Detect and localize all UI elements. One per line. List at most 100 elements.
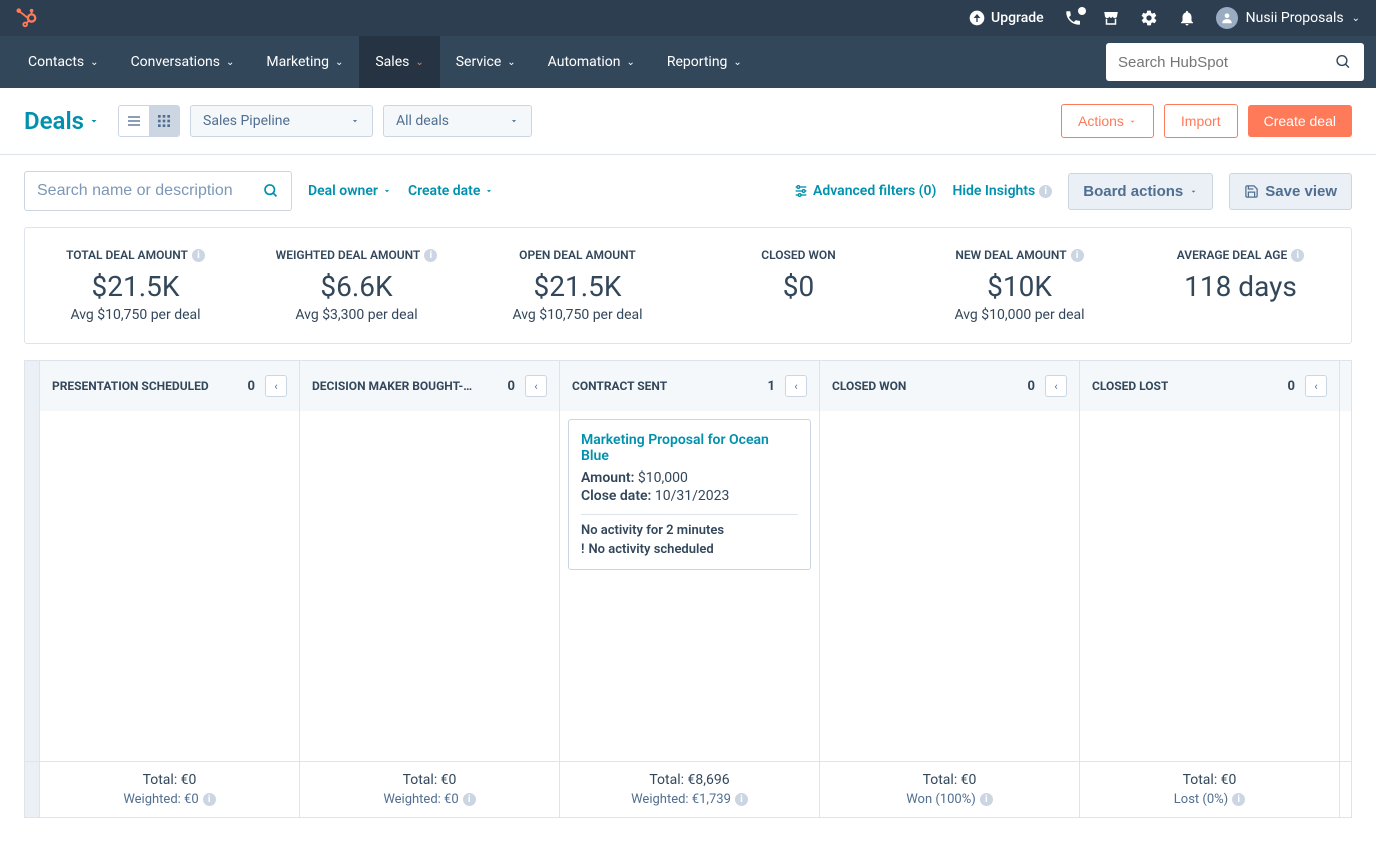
view-toggle: [118, 105, 180, 137]
chevron-down-icon: [484, 186, 494, 196]
info-icon[interactable]: i: [1291, 249, 1304, 262]
column-footer: Total: €0Lost (0%) i: [1080, 762, 1340, 817]
board-view-button[interactable]: [149, 106, 179, 136]
insight-sub: Avg $10,000 per deal: [921, 307, 1118, 323]
chevron-down-icon: ⌄: [507, 57, 515, 68]
global-search[interactable]: [1106, 43, 1364, 81]
nav-item-automation[interactable]: Automation⌄: [532, 36, 651, 88]
column-title: CLOSED LOST: [1092, 379, 1168, 393]
info-icon[interactable]: i: [1071, 249, 1084, 262]
list-view-button[interactable]: [119, 106, 149, 136]
hide-insights[interactable]: Hide Insights i: [952, 183, 1052, 199]
collapse-column-button[interactable]: ‹: [1045, 375, 1067, 397]
insight-card: TOTAL DEAL AMOUNT i$21.5KAvg $10,750 per…: [25, 248, 246, 323]
chevron-down-icon: ⌄: [226, 57, 234, 68]
column-body[interactable]: [1080, 411, 1340, 761]
column-footer: Total: €0Weighted: €0 i: [300, 762, 560, 817]
column-body[interactable]: [300, 411, 560, 761]
deal-card[interactable]: Marketing Proposal for Ocean BlueAmount:…: [568, 419, 811, 570]
nav-item-contacts[interactable]: Contacts⌄: [12, 36, 115, 88]
insight-label: NEW DEAL AMOUNT i: [921, 248, 1118, 262]
search-icon: [263, 182, 279, 200]
settings-icon[interactable]: [1140, 9, 1158, 27]
info-icon[interactable]: i: [735, 793, 748, 806]
nav-item-reporting[interactable]: Reporting⌄: [651, 36, 758, 88]
upgrade-label: Upgrade: [991, 10, 1044, 26]
board-actions-button[interactable]: Board actions: [1068, 173, 1213, 210]
insight-value: $21.5K: [479, 270, 676, 303]
deal-owner-filter[interactable]: Deal owner: [308, 183, 392, 199]
chevron-down-icon: ⌄: [1352, 13, 1360, 24]
collapse-column-button[interactable]: ‹: [525, 375, 547, 397]
page-title[interactable]: Deals: [24, 107, 100, 135]
column-body[interactable]: [820, 411, 1080, 761]
insight-value: 118 days: [1142, 270, 1339, 303]
info-icon[interactable]: i: [1232, 793, 1245, 806]
insight-label: CLOSED WON: [700, 248, 897, 262]
marketplace-icon[interactable]: [1102, 9, 1120, 27]
column-title: CONTRACT SENT: [572, 379, 667, 393]
view-select[interactable]: All deals: [383, 105, 532, 137]
nav-item-service[interactable]: Service⌄: [440, 36, 532, 88]
insight-sub: Avg $10,750 per deal: [37, 307, 234, 323]
column-count: 0: [1028, 379, 1035, 394]
pipeline-select[interactable]: Sales Pipeline: [190, 105, 373, 137]
chevron-down-icon: [88, 115, 100, 127]
info-icon[interactable]: i: [463, 793, 476, 806]
column-weighted: Weighted: €0 i: [310, 792, 549, 807]
collapse-column-button[interactable]: ‹: [265, 375, 287, 397]
upgrade-link[interactable]: Upgrade: [969, 10, 1044, 26]
collapse-column-button[interactable]: ‹: [785, 375, 807, 397]
info-icon[interactable]: i: [192, 249, 205, 262]
save-view-button[interactable]: Save view: [1229, 173, 1352, 210]
import-button[interactable]: Import: [1164, 104, 1238, 138]
hubspot-logo[interactable]: [16, 7, 38, 29]
create-deal-button[interactable]: Create deal: [1248, 105, 1352, 137]
column-body[interactable]: Marketing Proposal for Ocean BlueAmount:…: [560, 411, 820, 761]
column-weighted: Weighted: €0 i: [50, 792, 289, 807]
global-search-input[interactable]: [1118, 54, 1335, 71]
chevron-down-icon: ⌄: [335, 57, 343, 68]
search-deals-input[interactable]: [37, 182, 255, 200]
create-date-filter[interactable]: Create date: [408, 183, 494, 199]
insight-label: AVERAGE DEAL AGE i: [1142, 248, 1339, 262]
column-total: Total: €0: [830, 772, 1069, 788]
insight-value: $21.5K: [37, 270, 234, 303]
deal-activity: No activity for 2 minutes: [581, 523, 798, 538]
insight-value: $10K: [921, 270, 1118, 303]
info-icon[interactable]: i: [203, 793, 216, 806]
avatar-icon: [1216, 7, 1238, 29]
notifications-icon[interactable]: [1178, 9, 1196, 27]
insight-label: WEIGHTED DEAL AMOUNT i: [258, 248, 455, 262]
list-icon: [126, 113, 142, 129]
column-total: Total: €0: [50, 772, 289, 788]
info-icon: i: [1039, 185, 1052, 198]
nav-item-conversations[interactable]: Conversations⌄: [115, 36, 251, 88]
chevron-down-icon: [1128, 117, 1137, 126]
phone-icon[interactable]: [1064, 9, 1082, 27]
info-icon[interactable]: i: [980, 793, 993, 806]
insights-panel: TOTAL DEAL AMOUNT i$21.5KAvg $10,750 per…: [24, 227, 1352, 344]
column-footer: Total: €8,696Weighted: €1,739 i: [560, 762, 820, 817]
column-weighted: Won (100%) i: [830, 792, 1069, 807]
column-footer: Total: €0 Won (100%) i: [820, 762, 1080, 817]
nav-item-sales[interactable]: Sales⌄: [359, 36, 439, 88]
info-icon[interactable]: i: [424, 249, 437, 262]
column-footer: Total: €0 Weighted: €0 i: [40, 762, 300, 817]
grid-icon: [156, 113, 172, 129]
nav-item-marketing[interactable]: Marketing⌄: [250, 36, 359, 88]
actions-button[interactable]: Actions: [1061, 104, 1154, 138]
account-menu[interactable]: Nusii Proposals ⌄: [1216, 7, 1360, 29]
column-body[interactable]: [40, 411, 300, 761]
column-total: Total: €0: [1090, 772, 1329, 788]
advanced-filters[interactable]: Advanced filters (0): [793, 183, 936, 199]
column-title: DECISION MAKER BOUGHT-…: [312, 379, 472, 393]
column-title: PRESENTATION SCHEDULED: [52, 379, 209, 393]
save-icon: [1244, 184, 1259, 199]
deal-board: PRESENTATION SCHEDULED 0 ‹ DECISION MAKER B…: [24, 360, 1352, 818]
column-header: CONTRACT SENT1‹: [560, 361, 820, 411]
search-deals[interactable]: [24, 171, 292, 211]
insight-value: $0: [700, 270, 897, 303]
column-weighted: Weighted: €1,739 i: [570, 792, 809, 807]
collapse-column-button[interactable]: ‹: [1305, 375, 1327, 397]
